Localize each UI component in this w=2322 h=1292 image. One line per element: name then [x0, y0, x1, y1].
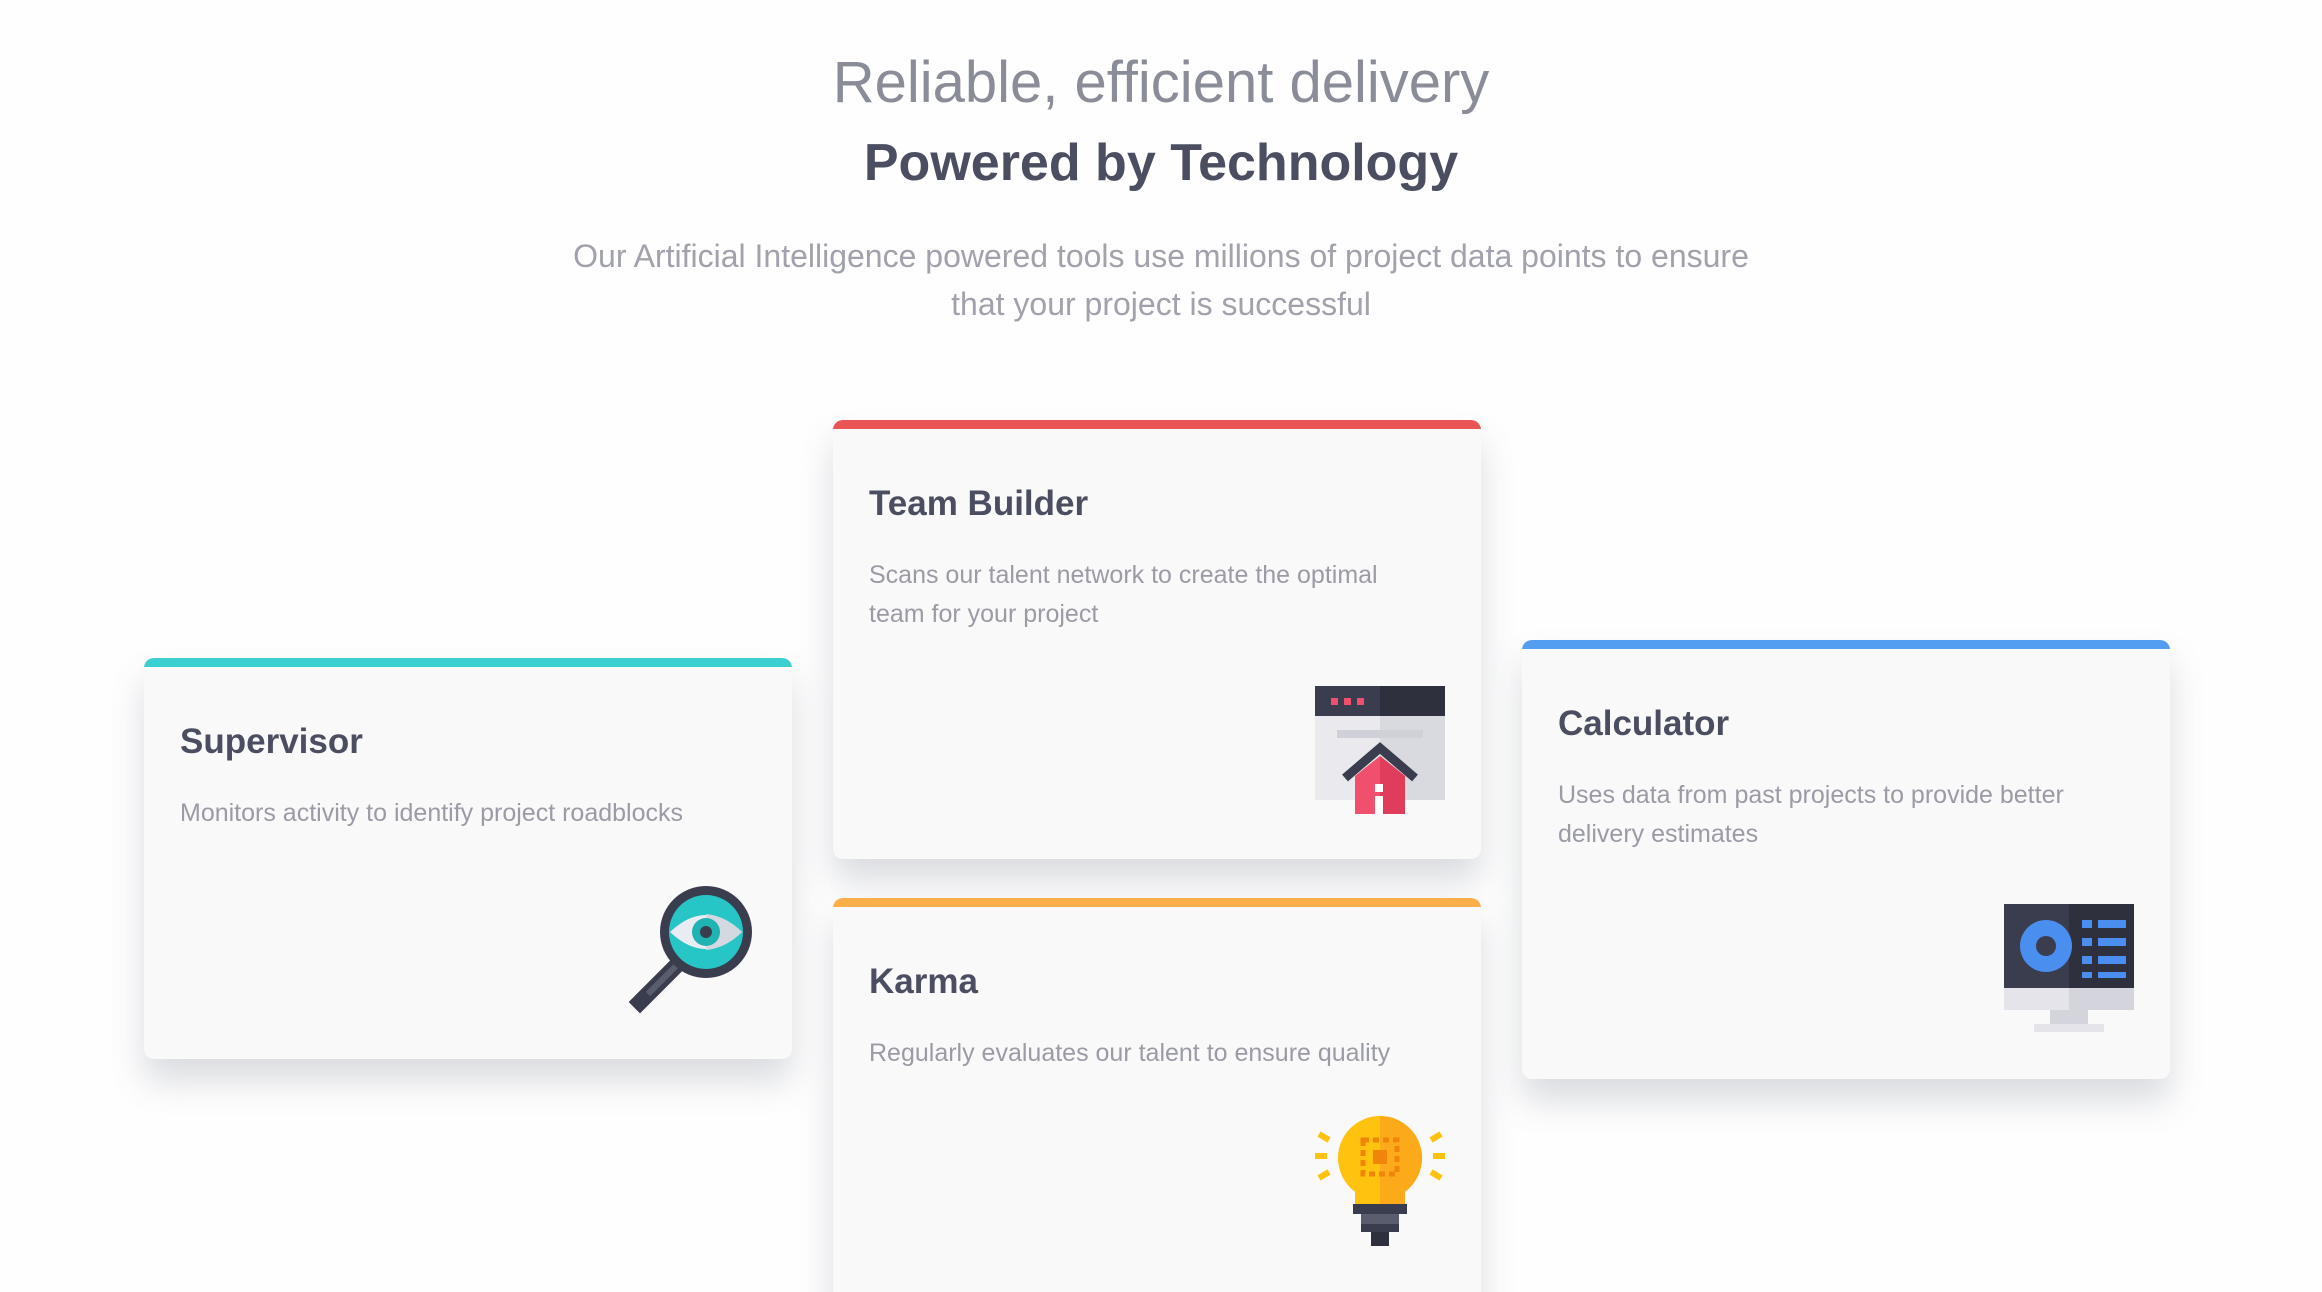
card-description: Scans our talent network to create the o… — [869, 561, 1378, 628]
card-accent-bar — [833, 420, 1481, 429]
card-title: Team Builder — [869, 484, 1089, 523]
card-description: Monitors activity to identify project ro… — [180, 799, 683, 827]
card-accent-bar — [144, 658, 792, 667]
card-description: Regularly evaluates our talent to ensure… — [869, 1039, 1391, 1067]
section-title: Powered by Technology — [863, 134, 1459, 192]
card-accent-bar — [1522, 640, 2170, 649]
section-intro: Our Artificial Intelligence powered tool… — [573, 238, 1749, 322]
card-accent-bar — [833, 898, 1481, 907]
card-calculator: Calculator Uses data from past projects … — [1522, 640, 2170, 1079]
features-section: Reliable, efficient delivery Powered by … — [0, 0, 2322, 1292]
card-title: Karma — [869, 962, 978, 1001]
card-team-builder: Team Builder Scans our talent network to… — [833, 420, 1481, 859]
card-karma: Karma Regularly evaluates our talent to … — [833, 898, 1481, 1292]
magnifier-eye-icon — [626, 884, 756, 1014]
browser-home-icon — [1315, 684, 1445, 814]
card-description: Uses data from past projects to provide … — [1558, 781, 2064, 848]
card-title: Supervisor — [180, 722, 363, 761]
monitor-dashboard-icon — [2004, 904, 2134, 1034]
lightbulb-icon — [1315, 1116, 1445, 1246]
card-title: Calculator — [1558, 704, 1730, 743]
card-supervisor: Supervisor Monitors activity to identify… — [144, 658, 792, 1059]
section-tagline: Reliable, efficient delivery — [832, 50, 1490, 115]
